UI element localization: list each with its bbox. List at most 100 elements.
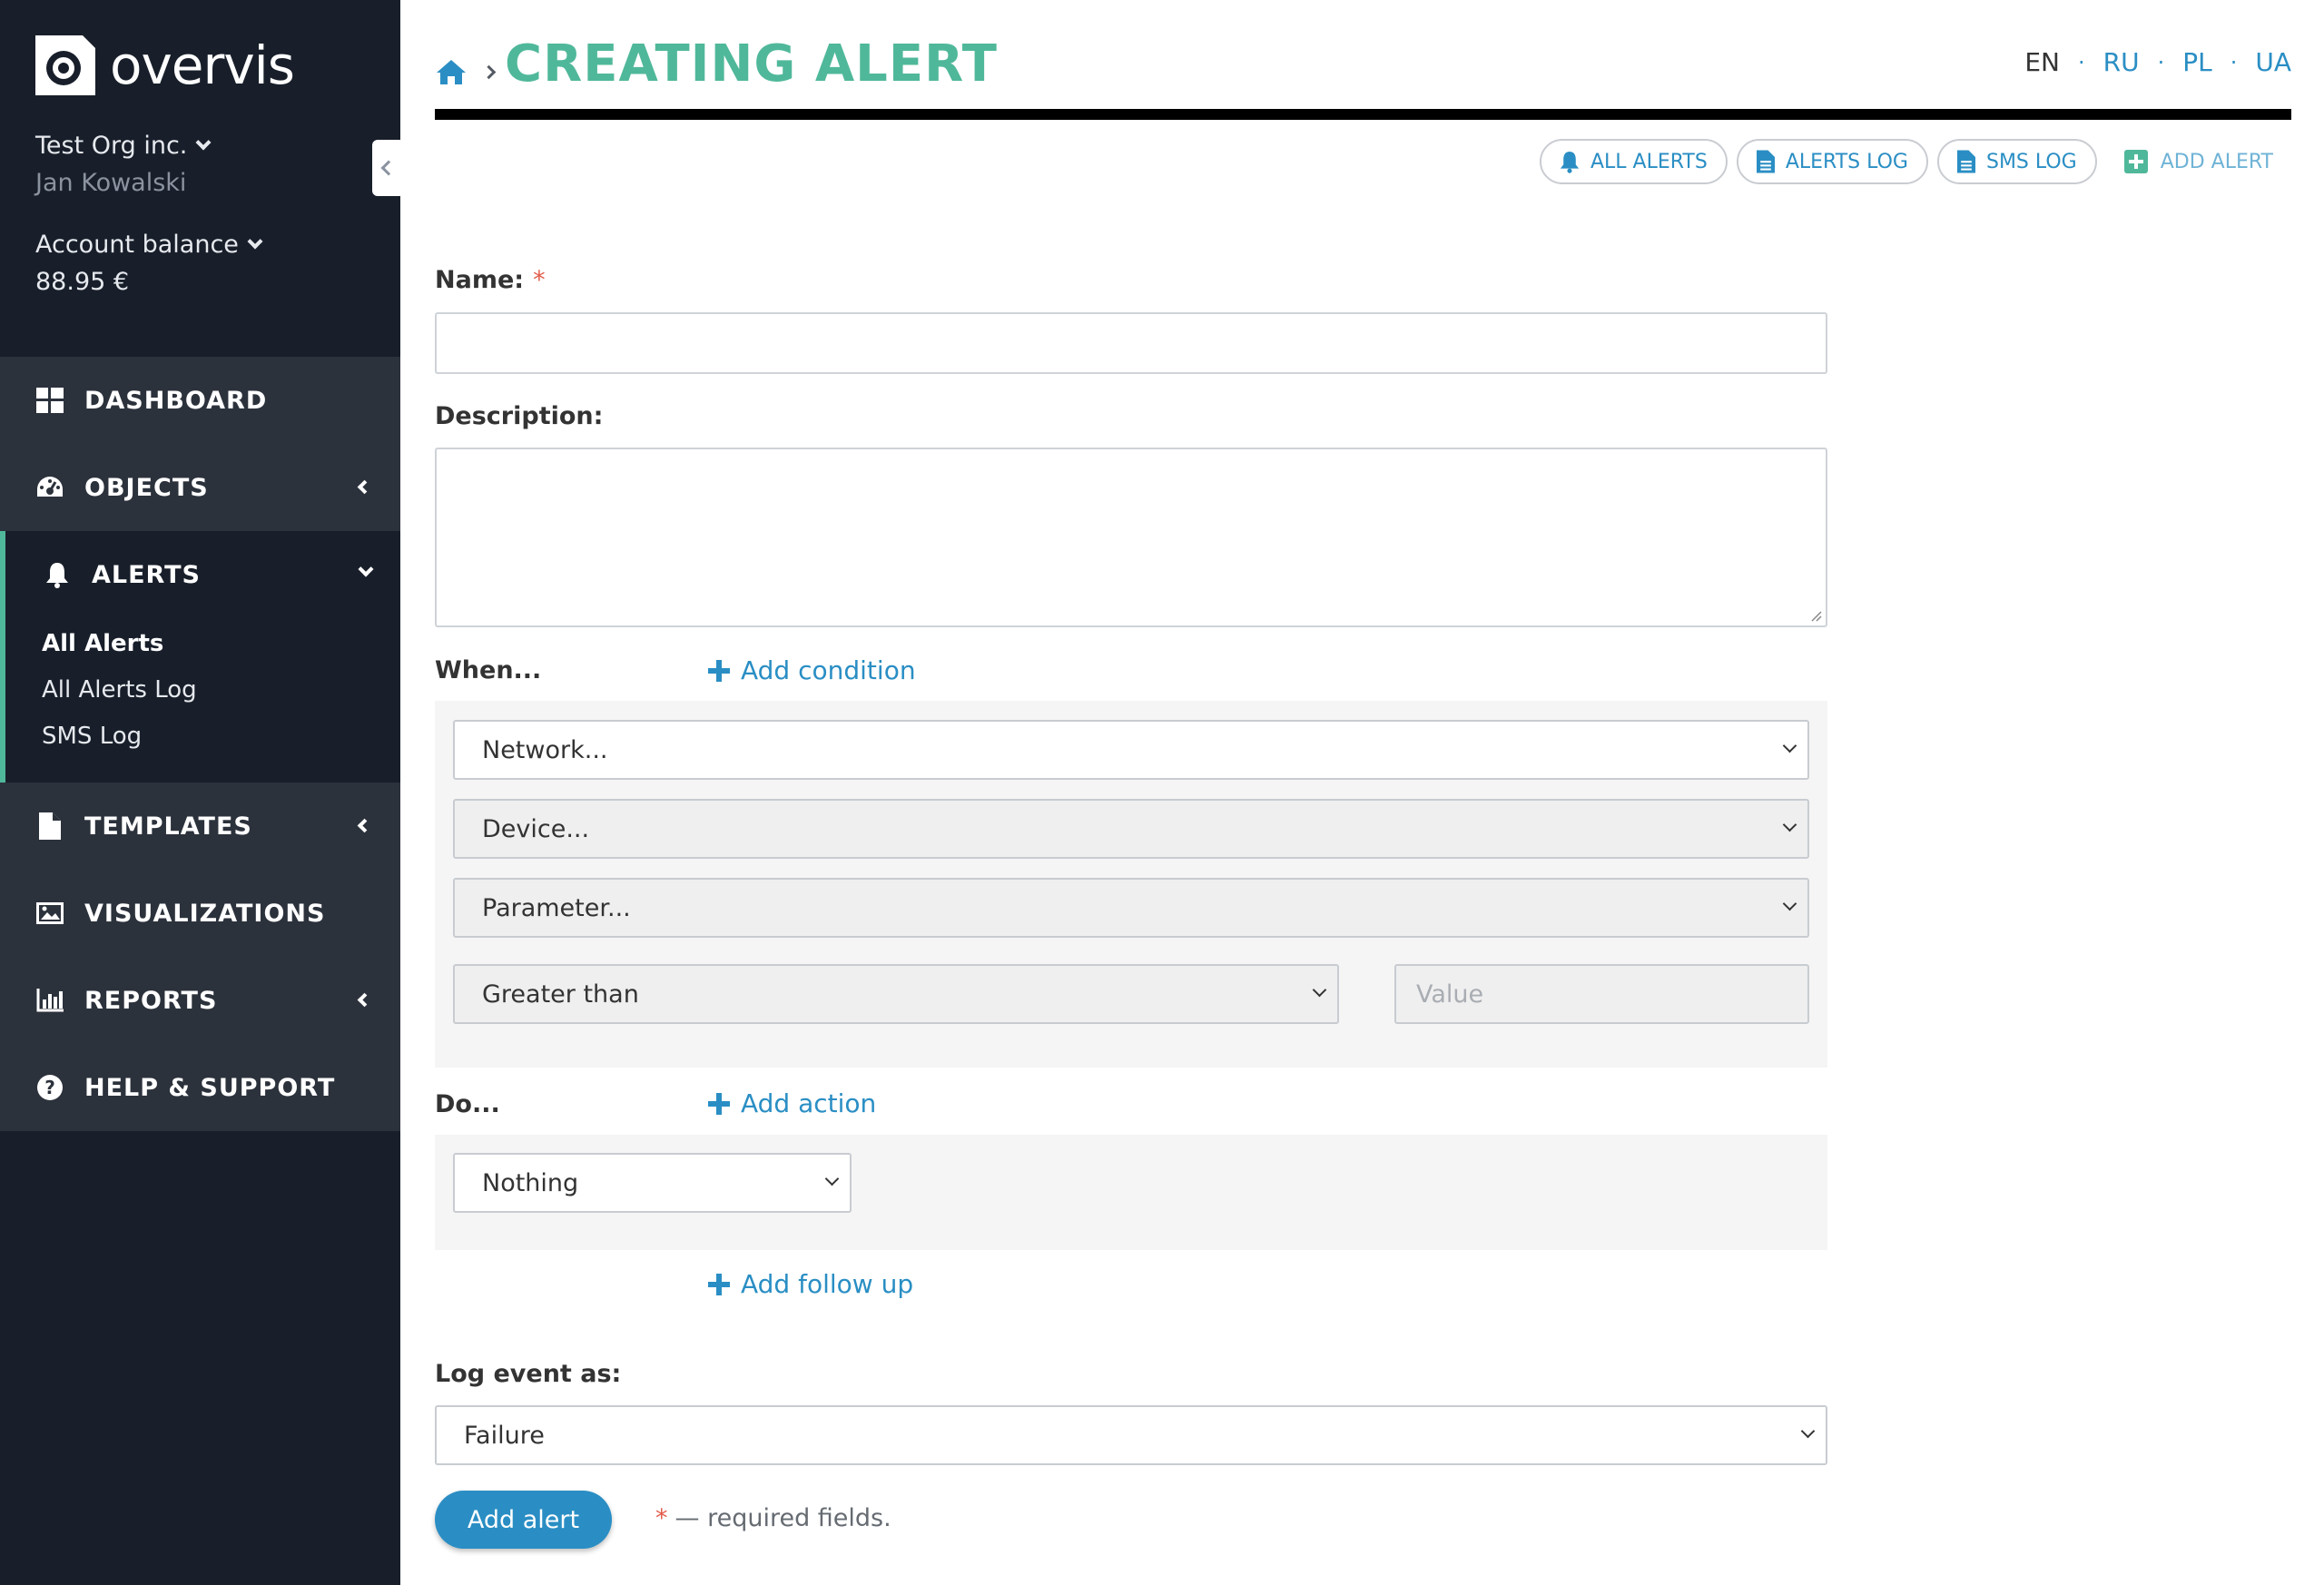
subnav-item-sms-log[interactable]: SMS Log	[42, 713, 400, 759]
header-divider	[435, 109, 2291, 120]
add-condition-label: Add condition	[741, 655, 916, 685]
chevron-left-icon	[357, 992, 372, 1008]
chevron-down-icon	[1312, 982, 1327, 998]
bar-chart-icon	[35, 986, 64, 1015]
lang-separator: ·	[2077, 49, 2085, 75]
language-switcher: EN · RU · PL · UA	[2024, 47, 2291, 77]
svg-text:?: ?	[44, 1077, 55, 1098]
plus-square-icon	[2123, 150, 2148, 173]
add-alert-button[interactable]: ADD ALERT	[2106, 139, 2291, 184]
required-fields-text: — required fields.	[675, 1504, 891, 1532]
value-placeholder: Value	[1416, 980, 1484, 1009]
nav-item-reports[interactable]: REPORTS	[0, 957, 400, 1044]
log-event-select[interactable]: Failure	[435, 1405, 1827, 1465]
overvis-logo-icon	[35, 35, 95, 95]
required-marker: *	[533, 266, 546, 294]
name-input[interactable]	[435, 312, 1827, 374]
device-select-value: Device...	[482, 814, 590, 843]
document-icon	[1956, 150, 1975, 173]
chevron-down-icon	[1800, 1423, 1816, 1439]
nav-label: REPORTS	[84, 986, 218, 1015]
all-alerts-button[interactable]: ALL ALERTS	[1539, 139, 1728, 184]
nav-label: ALERTS	[92, 560, 201, 589]
action-select[interactable]: Nothing	[453, 1153, 852, 1213]
log-event-select-value: Failure	[464, 1421, 545, 1450]
add-condition-link[interactable]: Add condition	[708, 655, 916, 685]
add-follow-up-link[interactable]: Add follow up	[708, 1269, 913, 1299]
description-textarea[interactable]	[435, 448, 1827, 627]
add-action-link[interactable]: Add action	[708, 1088, 876, 1118]
home-icon	[437, 60, 466, 84]
add-alert-submit-button[interactable]: Add alert	[435, 1491, 612, 1549]
chevron-left-icon	[380, 160, 397, 176]
main-nav: DASHBOARD OBJECTS ALERTS All Alerts All …	[0, 357, 400, 1131]
operator-select[interactable]: Greater than	[453, 964, 1339, 1024]
add-follow-up-label: Add follow up	[741, 1269, 914, 1299]
do-label: Do...	[435, 1090, 500, 1118]
nav-item-templates[interactable]: TEMPLATES	[0, 783, 400, 870]
file-icon	[35, 812, 64, 841]
required-fields-note: * — required fields.	[655, 1504, 891, 1532]
parameter-select[interactable]: Parameter...	[453, 878, 1809, 938]
all-alerts-label: ALL ALERTS	[1590, 150, 1708, 173]
sms-log-label: SMS LOG	[1985, 150, 2077, 173]
log-event-label: Log event as:	[435, 1360, 622, 1388]
chevron-down-icon	[247, 233, 263, 249]
question-circle-icon: ?	[35, 1073, 64, 1102]
lang-separator: ·	[2230, 49, 2238, 75]
network-select-value: Network...	[482, 735, 608, 764]
plus-icon	[708, 659, 730, 682]
add-alert-label: ADD ALERT	[2160, 150, 2273, 173]
nav-label: VISUALIZATIONS	[84, 899, 326, 928]
chevron-down-icon	[358, 561, 374, 577]
subnav-item-all-alerts-log[interactable]: All Alerts Log	[42, 666, 400, 713]
nav-item-dashboard[interactable]: DASHBOARD	[0, 357, 400, 444]
logo-text: overvis	[110, 34, 295, 96]
logo[interactable]: overvis	[35, 34, 295, 96]
alerts-log-label: ALERTS LOG	[1785, 150, 1908, 173]
name-label: Name: *	[435, 266, 546, 294]
chevron-left-icon	[357, 479, 372, 495]
org-switcher[interactable]: Test Org inc. Jan Kowalski	[35, 132, 212, 197]
sidebar-collapse-toggle[interactable]	[372, 140, 400, 196]
nav-item-help-support[interactable]: ? HELP & SUPPORT	[0, 1044, 400, 1131]
nav-label: TEMPLATES	[84, 812, 252, 841]
lang-en[interactable]: EN	[2024, 47, 2060, 77]
sms-log-button[interactable]: SMS LOG	[1936, 139, 2097, 184]
network-select[interactable]: Network...	[453, 720, 1809, 780]
chevron-down-icon	[1782, 896, 1797, 911]
image-icon	[35, 899, 64, 928]
nav-label: HELP & SUPPORT	[84, 1073, 336, 1102]
plus-icon	[708, 1273, 730, 1295]
chevron-down-icon	[1782, 738, 1797, 753]
user-name: Jan Kowalski	[35, 169, 187, 197]
alerts-log-button[interactable]: ALERTS LOG	[1736, 139, 1928, 184]
lang-ua[interactable]: UA	[2255, 47, 2291, 77]
name-label-text: Name:	[435, 266, 525, 294]
account-balance[interactable]: Account balance 88.95 €	[35, 231, 263, 296]
description-label: Description:	[435, 402, 604, 430]
nav-item-visualizations[interactable]: VISUALIZATIONS	[0, 870, 400, 957]
balance-value: 88.95 €	[35, 268, 130, 296]
plus-icon	[708, 1092, 730, 1115]
nav-item-alerts[interactable]: ALERTS	[0, 531, 400, 618]
chevron-down-icon	[1782, 817, 1797, 832]
breadcrumb-home[interactable]	[435, 58, 468, 89]
nav-item-objects[interactable]: OBJECTS	[0, 444, 400, 531]
dashboard-icon	[35, 386, 64, 415]
operator-select-value: Greater than	[482, 980, 639, 1009]
breadcrumb-separator-icon	[481, 64, 497, 80]
resize-handle-icon[interactable]	[1809, 609, 1822, 622]
alerts-toolbar: ALL ALERTS ALERTS LOG SMS LOG ADD ALERT	[1539, 139, 2291, 184]
action-select-value: Nothing	[482, 1168, 579, 1197]
document-icon	[1756, 150, 1775, 173]
nav-label: OBJECTS	[84, 473, 209, 502]
value-input[interactable]: Value	[1394, 964, 1809, 1024]
parameter-select-value: Parameter...	[482, 893, 631, 922]
subnav-item-all-alerts[interactable]: All Alerts	[42, 620, 400, 666]
balance-label[interactable]: Account balance	[35, 231, 239, 259]
device-select[interactable]: Device...	[453, 799, 1809, 859]
lang-ru[interactable]: RU	[2103, 47, 2140, 77]
lang-pl[interactable]: PL	[2182, 47, 2211, 77]
org-name[interactable]: Test Org inc.	[35, 132, 187, 160]
